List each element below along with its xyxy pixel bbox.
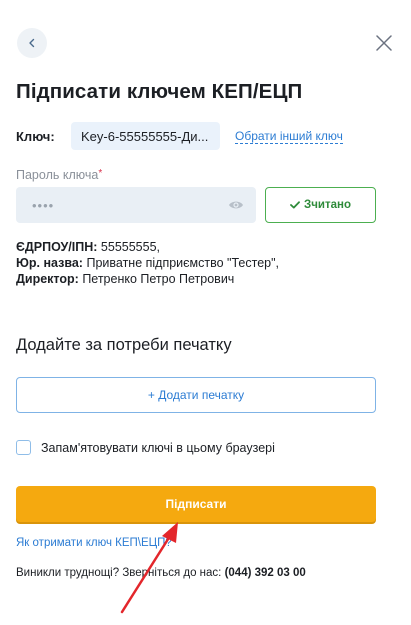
support-text: Виникли труднощі? Зверніться до нас: bbox=[16, 567, 222, 579]
sign-button[interactable]: Підписати bbox=[16, 486, 376, 522]
edrpou-label: ЄДРПОУ/ІПН: bbox=[16, 240, 98, 254]
back-button[interactable] bbox=[17, 28, 47, 58]
edrpou-line: ЄДРПОУ/ІПН: 55555555, bbox=[16, 239, 279, 255]
get-key-help-link[interactable]: Як отримати ключ КЕП\ЕЦП? bbox=[16, 537, 172, 549]
org-value: Приватне підприємство "Тестер", bbox=[86, 256, 280, 270]
remember-keys-checkbox[interactable] bbox=[16, 440, 31, 455]
eye-icon[interactable] bbox=[228, 198, 244, 212]
password-label: Пароль ключа* bbox=[16, 168, 102, 182]
stamp-heading: Додайте за потреби печатку bbox=[16, 336, 232, 354]
support-phone: (044) 392 03 00 bbox=[224, 567, 306, 579]
selected-key: Key-6-55555555-Ди... bbox=[71, 122, 220, 150]
page-title: Підписати ключем КЕП/ЕЦП bbox=[16, 80, 303, 103]
checkmark-icon bbox=[290, 201, 300, 209]
password-field[interactable]: •••• bbox=[16, 187, 256, 223]
director-label: Директор: bbox=[16, 272, 79, 286]
remember-keys-label[interactable]: Запам'ятовувати ключі в цьому браузері bbox=[41, 441, 275, 455]
required-mark: * bbox=[98, 168, 103, 179]
password-masked-value: •••• bbox=[32, 197, 55, 213]
support-contact: Виникли труднощі? Зверніться до нас: (04… bbox=[16, 567, 306, 579]
read-key-button[interactable]: Зчитано bbox=[265, 187, 376, 223]
director-value: Петренко Петро Петрович bbox=[82, 272, 235, 286]
read-key-label: Зчитано bbox=[304, 199, 351, 211]
add-stamp-button[interactable]: + Додати печатку bbox=[16, 377, 376, 413]
org-line: Юр. назва: Приватне підприємство "Тестер… bbox=[16, 255, 279, 271]
org-label: Юр. назва: bbox=[16, 256, 83, 270]
key-label: Ключ: bbox=[16, 128, 55, 144]
change-key-link[interactable]: Обрати інший ключ bbox=[235, 129, 343, 144]
close-icon[interactable] bbox=[375, 34, 393, 52]
key-owner-info: ЄДРПОУ/ІПН: 55555555, Юр. назва: Приватн… bbox=[16, 239, 279, 287]
director-line: Директор: Петренко Петро Петрович bbox=[16, 271, 279, 287]
remember-keys-row[interactable]: Запам'ятовувати ключі в цьому браузері bbox=[16, 440, 275, 455]
edrpou-value: 55555555, bbox=[100, 240, 161, 254]
key-row: Ключ: Key-6-55555555-Ди... Обрати інший … bbox=[16, 122, 343, 150]
password-label-text: Пароль ключа bbox=[16, 168, 99, 182]
chevron-left-icon bbox=[29, 38, 35, 48]
